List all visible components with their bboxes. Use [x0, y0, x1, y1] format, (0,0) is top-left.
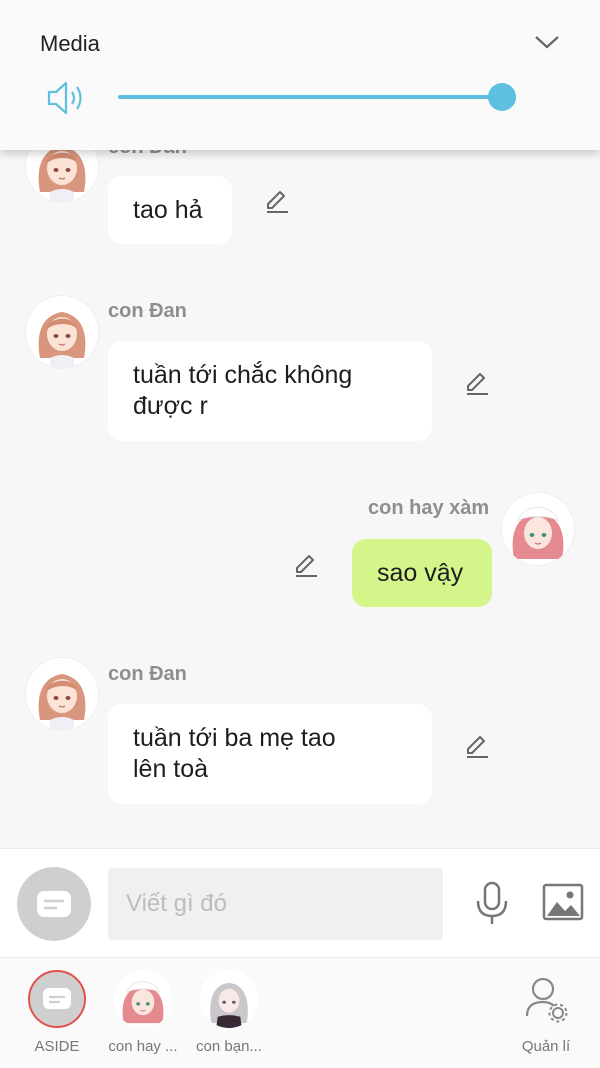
media-volume-panel: Media: [0, 0, 600, 150]
volume-slider-track[interactable]: [118, 95, 502, 99]
aside-chat-icon: [28, 970, 86, 1028]
nav-label: ASIDE: [34, 1038, 80, 1055]
speaker-icon[interactable]: [46, 78, 88, 118]
edit-icon[interactable]: [463, 369, 491, 397]
message-bubble[interactable]: tuần tới ba mẹ tao lên toà: [108, 704, 432, 804]
nav-item-con-hay-xam[interactable]: con hay ...: [98, 958, 188, 1068]
avatar: [200, 970, 258, 1028]
volume-slider-thumb[interactable]: [488, 83, 516, 111]
manage-user-icon: [517, 970, 575, 1028]
avatar: [114, 970, 172, 1028]
avatar[interactable]: [26, 658, 98, 730]
nav-item-manage[interactable]: Quản lí: [501, 958, 591, 1068]
composer-bar: [0, 848, 600, 957]
message-bubble[interactable]: tuần tới chắc không được r: [108, 341, 432, 441]
avatar[interactable]: [26, 296, 98, 368]
message-text-line: lên toà: [133, 755, 209, 783]
message-bubble[interactable]: sao vậy: [352, 539, 492, 607]
image-icon[interactable]: [542, 883, 584, 921]
message-text-line: được r: [133, 392, 208, 420]
edit-icon[interactable]: [463, 732, 491, 760]
message-text: tao hả: [133, 196, 203, 224]
aside-mode-button[interactable]: [17, 867, 91, 941]
microphone-icon[interactable]: [474, 881, 510, 927]
chat-bubble-icon: [37, 891, 71, 917]
message-bubble[interactable]: tao hả: [108, 176, 232, 244]
nav-item-aside[interactable]: ASIDE: [12, 958, 102, 1068]
edit-icon[interactable]: [263, 187, 291, 215]
nav-item-con-ban[interactable]: con bạn...: [184, 958, 274, 1068]
avatar[interactable]: [502, 493, 574, 565]
nav-label: Quản lí: [521, 1038, 571, 1055]
message-text: sao vậy: [377, 559, 464, 587]
nav-label: con hay ...: [108, 1038, 178, 1055]
sender-name: con hay xàm: [368, 497, 490, 519]
chevron-down-icon[interactable]: [534, 34, 560, 50]
message-input[interactable]: [108, 868, 443, 940]
message-text-line: tuần tới chắc không: [133, 361, 353, 389]
bottom-nav: ASIDE con hay ... con bạn... Quản lí: [0, 957, 600, 1068]
edit-icon[interactable]: [292, 551, 320, 579]
message-text-line: tuần tới ba mẹ tao: [133, 724, 336, 752]
media-title: Media: [40, 31, 100, 56]
sender-name: con Đan: [108, 663, 187, 685]
nav-label: con bạn...: [196, 1038, 262, 1055]
sender-name: con Đan: [108, 300, 187, 322]
